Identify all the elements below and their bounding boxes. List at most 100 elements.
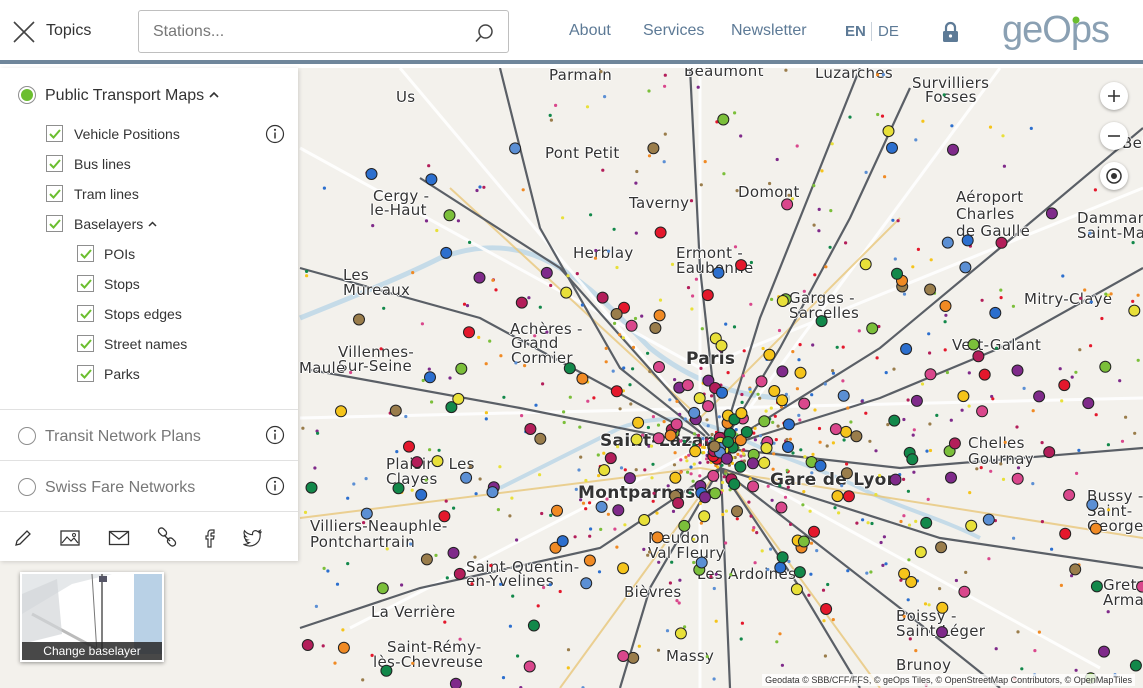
train-dot bbox=[758, 456, 771, 469]
topic-title-public-transport[interactable]: Public Transport Maps bbox=[45, 87, 204, 105]
topic-radio-transit-network-plans[interactable] bbox=[18, 427, 36, 445]
train-dot bbox=[889, 473, 902, 486]
baselayer-label[interactable]: Parks bbox=[104, 366, 140, 382]
topic-title-swiss-fare-networks[interactable]: Swiss Fare Networks bbox=[45, 479, 195, 497]
baselayer-label[interactable]: POIs bbox=[104, 246, 135, 262]
check-icon bbox=[80, 279, 92, 289]
train-dot bbox=[794, 366, 807, 379]
train-dot bbox=[776, 365, 789, 378]
station-search-input[interactable] bbox=[153, 21, 463, 43]
info-icon[interactable] bbox=[265, 476, 285, 496]
bus-dot bbox=[651, 415, 656, 419]
layer-label[interactable]: Baselayers bbox=[74, 216, 143, 232]
mail-icon[interactable] bbox=[108, 527, 130, 549]
topic-radio-public-transport[interactable] bbox=[18, 86, 36, 104]
train-dot bbox=[808, 525, 820, 538]
zoom-out-button[interactable] bbox=[1100, 122, 1128, 150]
station-search[interactable] bbox=[138, 10, 509, 53]
train-dot bbox=[443, 209, 456, 222]
geops-logo[interactable]: geOps bbox=[1002, 12, 1126, 52]
baselayer-label[interactable]: Stops bbox=[104, 276, 140, 292]
zoom-in-button[interactable] bbox=[1100, 82, 1128, 110]
lang-en-button[interactable]: EN bbox=[845, 23, 866, 40]
chevron-up-icon[interactable] bbox=[147, 220, 158, 229]
train-dot bbox=[782, 441, 794, 453]
train-dot bbox=[612, 504, 625, 517]
train-dot bbox=[1099, 360, 1112, 373]
bus-dot bbox=[938, 587, 942, 591]
checkbox-street-names[interactable] bbox=[77, 335, 94, 352]
baselayer-label[interactable]: Stops edges bbox=[104, 306, 182, 322]
bus-dot bbox=[979, 466, 983, 470]
checkbox-vehicle-positions[interactable] bbox=[46, 125, 63, 142]
nav-newsletter-link[interactable]: Newsletter bbox=[731, 22, 807, 40]
baselayer-label[interactable]: Street names bbox=[104, 336, 187, 352]
bus-dot bbox=[700, 445, 705, 449]
bus-dot bbox=[1061, 274, 1065, 278]
info-icon[interactable] bbox=[265, 124, 285, 144]
topics-label[interactable]: Topics bbox=[46, 22, 91, 40]
pencil-icon[interactable] bbox=[12, 527, 34, 549]
image-export-icon[interactable] bbox=[59, 527, 81, 549]
bus-dot bbox=[322, 186, 326, 190]
link-icon[interactable] bbox=[156, 527, 178, 549]
checkbox-tram-lines[interactable] bbox=[46, 185, 63, 202]
bus-dot bbox=[672, 463, 677, 467]
bus-dot bbox=[1059, 583, 1063, 588]
layer-label[interactable]: Tram lines bbox=[74, 186, 139, 202]
search-icon[interactable] bbox=[474, 23, 494, 43]
info-icon[interactable] bbox=[265, 425, 285, 445]
close-topics-icon[interactable] bbox=[12, 20, 36, 44]
bus-dot bbox=[527, 296, 531, 300]
baselayer-switcher[interactable]: Change baselayer bbox=[20, 572, 164, 662]
checkbox-parks[interactable] bbox=[77, 365, 94, 382]
bus-dot bbox=[1070, 375, 1074, 379]
nav-about-link[interactable]: About bbox=[569, 22, 611, 40]
train-dot bbox=[447, 546, 460, 559]
bus-dot bbox=[785, 468, 789, 472]
bus-dot bbox=[870, 521, 874, 526]
bus-dot bbox=[1031, 482, 1035, 486]
lock-icon[interactable] bbox=[941, 21, 960, 43]
bus-dot bbox=[742, 349, 746, 353]
bus-dot bbox=[1001, 134, 1005, 138]
chevron-up-icon[interactable] bbox=[208, 90, 220, 100]
checkbox-stops-edges[interactable] bbox=[77, 305, 94, 322]
checkbox-bus-lines[interactable] bbox=[46, 155, 63, 172]
checkbox-baselayers[interactable] bbox=[46, 215, 63, 232]
bus-dot bbox=[770, 297, 774, 301]
bus-dot bbox=[902, 292, 907, 296]
bus-dot bbox=[679, 439, 683, 443]
layer-label[interactable]: Vehicle Positions bbox=[74, 126, 180, 142]
logo-text: geOps bbox=[1002, 12, 1109, 51]
bus-dot bbox=[536, 604, 540, 608]
bus-dot bbox=[795, 387, 800, 391]
train-dot bbox=[598, 464, 611, 477]
bus-dot bbox=[906, 598, 910, 602]
topic-radio-swiss-fare-networks[interactable] bbox=[18, 478, 36, 496]
facebook-icon[interactable] bbox=[200, 527, 222, 549]
bus-dot bbox=[740, 621, 745, 625]
checkbox-pois[interactable] bbox=[77, 245, 94, 262]
lang-de-button[interactable]: DE bbox=[878, 23, 899, 40]
train-dot bbox=[670, 418, 683, 431]
twitter-icon[interactable] bbox=[241, 527, 263, 549]
bus-dot bbox=[658, 298, 663, 302]
train-dot bbox=[653, 361, 665, 373]
bus-dot bbox=[824, 265, 828, 269]
geolocate-button[interactable] bbox=[1100, 162, 1128, 190]
train-dot bbox=[798, 397, 811, 410]
bus-dot bbox=[714, 572, 718, 576]
checkbox-stops[interactable] bbox=[77, 275, 94, 292]
bus-dot bbox=[833, 506, 837, 510]
nav-services-link[interactable]: Services bbox=[643, 22, 704, 40]
bus-dot bbox=[484, 362, 488, 366]
bus-dot bbox=[733, 245, 738, 249]
bus-dot bbox=[1088, 231, 1092, 235]
layer-label[interactable]: Bus lines bbox=[74, 156, 131, 172]
topic-title-transit-network-plans[interactable]: Transit Network Plans bbox=[45, 428, 201, 446]
bus-dot bbox=[778, 632, 782, 636]
train-dot bbox=[301, 639, 314, 651]
bus-dot bbox=[735, 517, 739, 521]
train-dot bbox=[534, 432, 547, 445]
